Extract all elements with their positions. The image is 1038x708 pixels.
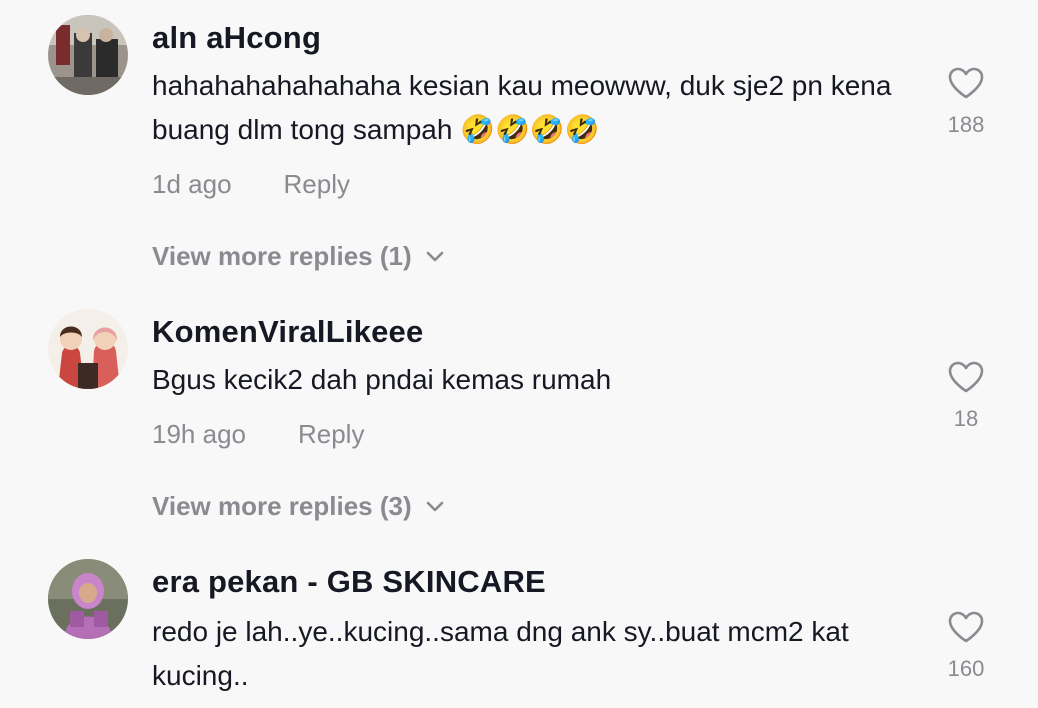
comment-username[interactable]: era pekan - GB SKINCARE bbox=[152, 564, 546, 600]
avatar-photo-icon bbox=[48, 559, 128, 639]
comment-timestamp: 19h ago bbox=[152, 419, 246, 449]
heart-icon[interactable] bbox=[947, 66, 985, 100]
comment-meta: 1d ago Reply bbox=[152, 169, 350, 200]
comment-text: Bgus kecik2 dah pndai kemas rumah bbox=[152, 364, 612, 395]
comment-text: hahahahahahahaha kesian kau meowww, duk … bbox=[152, 70, 892, 145]
comment-meta: 19h ago Reply bbox=[152, 419, 364, 450]
like-control: 18 bbox=[940, 360, 992, 432]
view-more-replies-button[interactable]: View more replies (1) bbox=[152, 241, 444, 272]
like-count: 160 bbox=[947, 656, 985, 681]
avatar[interactable] bbox=[48, 309, 128, 389]
avatar-cartoon-icon bbox=[48, 309, 128, 389]
comment-text: redo je lah..ye..kucing..sama dng ank sy… bbox=[152, 616, 849, 691]
avatar[interactable] bbox=[48, 559, 128, 639]
like-control: 160 bbox=[940, 610, 992, 682]
heart-icon[interactable] bbox=[947, 360, 985, 394]
reply-button[interactable]: Reply bbox=[284, 169, 350, 199]
comment-username[interactable]: KomenViralLikeee bbox=[152, 314, 423, 350]
view-more-replies-button[interactable]: View more replies (3) bbox=[152, 491, 444, 522]
comment-timestamp: 1d ago bbox=[152, 169, 232, 199]
view-more-replies-label: View more replies (3) bbox=[152, 491, 412, 521]
reply-button[interactable]: Reply bbox=[298, 419, 364, 449]
like-control: 188 bbox=[940, 66, 992, 138]
comment-username[interactable]: aln aHcong bbox=[152, 20, 321, 56]
like-count: 18 bbox=[953, 406, 979, 431]
heart-icon[interactable] bbox=[947, 610, 985, 644]
like-count: 188 bbox=[947, 112, 985, 137]
view-more-replies-label: View more replies (1) bbox=[152, 241, 412, 271]
chevron-down-icon bbox=[426, 251, 443, 261]
chevron-down-icon bbox=[426, 501, 443, 511]
avatar[interactable] bbox=[48, 15, 128, 95]
avatar-photo-icon bbox=[48, 15, 128, 95]
